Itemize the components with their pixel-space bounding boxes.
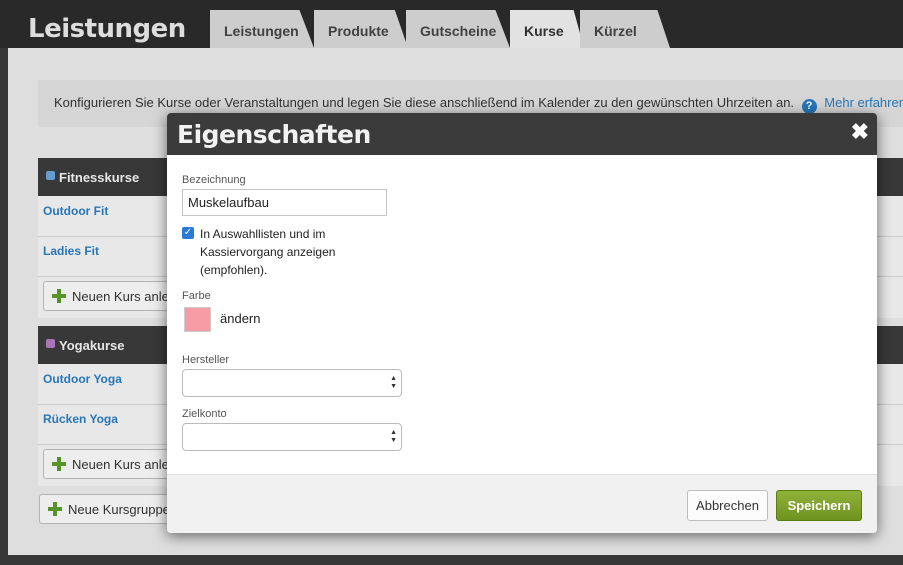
dialog-title: Eigenschaften [177,120,371,149]
manufacturer-label: Hersteller [182,354,230,366]
dialog-header: Eigenschaften ✖ [167,113,877,155]
name-input[interactable] [182,189,387,216]
manufacturer-select[interactable]: ▲ ▼ [182,369,402,397]
account-label: Zielkonto [182,408,227,420]
select-arrows-icon: ▲ ▼ [390,375,397,390]
change-color-link[interactable]: ändern [220,311,260,326]
color-label: Farbe [182,290,211,302]
account-select[interactable]: ▲ ▼ [182,423,402,451]
show-in-lists-label: In Auswahllisten und im Kassiervorgang a… [200,227,336,277]
select-arrows-icon: ▲ ▼ [390,429,397,444]
show-in-lists-checkbox[interactable]: ✓ [182,227,194,239]
name-label: Bezeichnung [182,174,246,186]
properties-dialog: Eigenschaften ✖ Bezeichnung ✓ In Auswahl… [167,113,877,533]
save-button[interactable]: Speichern [776,490,862,521]
close-icon[interactable]: ✖ [851,121,869,143]
cancel-button[interactable]: Abbrechen [687,490,768,521]
color-swatch[interactable] [184,307,211,332]
dialog-footer: Abbrechen Speichern [167,474,877,533]
